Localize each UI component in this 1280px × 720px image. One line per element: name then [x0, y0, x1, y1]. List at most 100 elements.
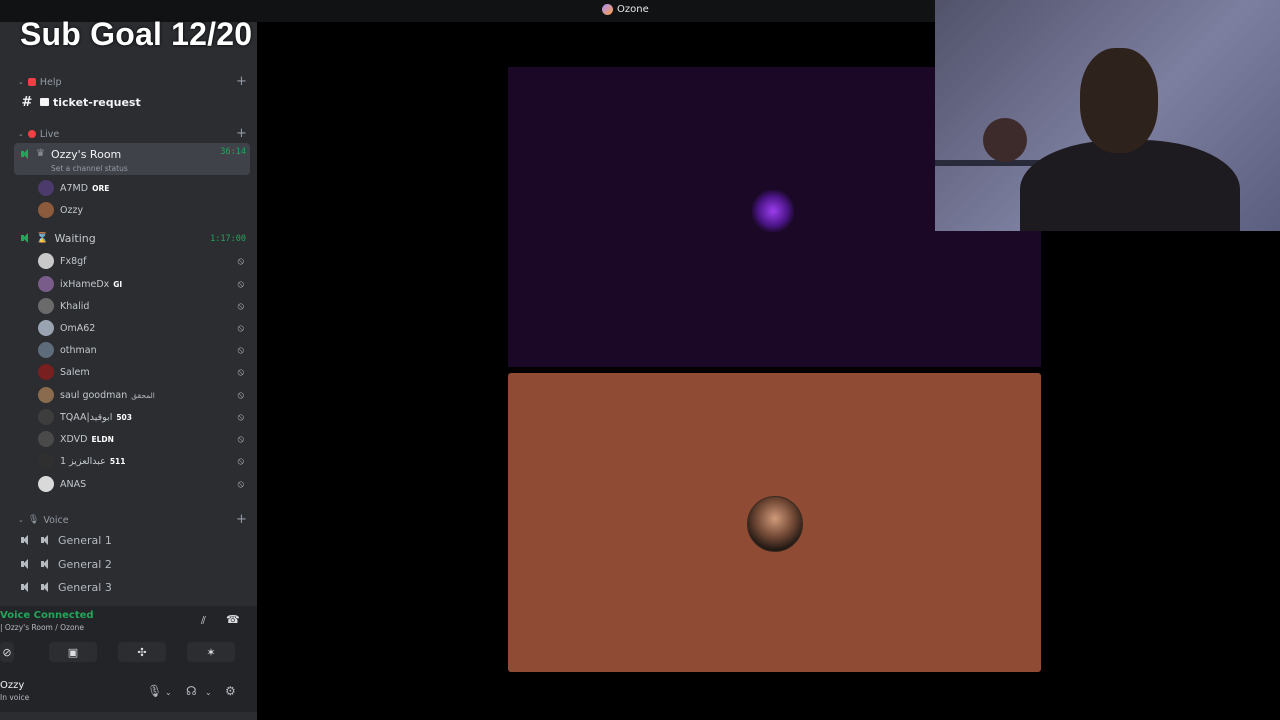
voice-user[interactable]: saul goodman المحقق ⦸	[38, 385, 250, 405]
hourglass-icon: ⌛	[36, 232, 49, 244]
server-avatar-icon	[602, 4, 613, 15]
speaker-icon	[20, 582, 30, 592]
chevron-down-icon: ⌄	[18, 130, 24, 138]
microphone-icon: 🎙	[27, 515, 40, 525]
speaker-icon	[40, 535, 50, 545]
user-tag: ORE	[92, 183, 110, 193]
waiting-timer: 1:17:00	[210, 234, 246, 244]
category-help-label: Help	[39, 76, 62, 88]
server-name: Ozone	[617, 4, 649, 15]
category-help[interactable]: ⌄ Help	[18, 75, 62, 89]
voice-channel-general-1[interactable]: General 1	[14, 529, 250, 551]
participant-avatar	[747, 496, 803, 552]
user-name: A7MD	[60, 182, 89, 194]
voice-channel-ozzys-room[interactable]: ♛ Ozzy's Room Set a channel status 36:14	[14, 143, 250, 175]
current-user-status: In voice	[0, 693, 30, 702]
add-channel-icon[interactable]: +	[236, 74, 247, 89]
envelope-icon	[40, 98, 49, 106]
streamer-avatar-glow	[752, 190, 794, 232]
bookmark-icon	[27, 78, 36, 86]
avatar	[38, 202, 54, 218]
camera-off-button[interactable]: ⊘	[0, 642, 14, 662]
deafened-icon: ⦸	[237, 455, 244, 467]
avatar	[38, 453, 54, 469]
current-user-name[interactable]: Ozzy	[0, 680, 24, 691]
soundboard-button[interactable]: ✶	[187, 642, 235, 662]
red-circle-icon	[27, 130, 36, 138]
voice-location[interactable]: | Ozzy's Room / Ozone	[0, 623, 84, 632]
avatar	[38, 320, 54, 336]
user-name: saul goodman	[60, 389, 128, 401]
speaker-icon	[20, 559, 30, 569]
deafened-icon: ⦸	[237, 255, 244, 267]
user-name: XDVD	[60, 433, 88, 445]
waiting-name: Waiting	[54, 231, 96, 245]
voice-user[interactable]: Fx8gf ⦸	[38, 251, 250, 271]
deafened-icon: ⦸	[237, 344, 244, 356]
category-live[interactable]: ⌄ Live	[18, 127, 59, 141]
avatar	[38, 253, 54, 269]
category-voice[interactable]: ⌄ 🎙 Voice	[18, 513, 69, 527]
voice-channel-general-3[interactable]: General 3	[14, 576, 250, 598]
speaker-icon	[40, 559, 50, 569]
user-tag: المحقق	[131, 390, 155, 400]
voice-user[interactable]: A7MD ORE	[38, 178, 250, 198]
noise-suppression-icon[interactable]: ⫽	[201, 614, 206, 628]
voice-user[interactable]: Ozzy	[38, 200, 250, 220]
crown-icon: ♛	[36, 148, 45, 159]
voice-user[interactable]: Khalid ⦸	[38, 296, 250, 316]
voice-user[interactable]: OmA62 ⦸	[38, 318, 250, 338]
user-name: Fx8gf	[60, 255, 87, 267]
voice-user[interactable]: ixHameDx GI ⦸	[38, 274, 250, 294]
camera-off-icon: ⊘	[2, 645, 12, 659]
avatar	[38, 409, 54, 425]
user-name: OmA62	[60, 322, 96, 334]
deafened-icon: ⦸	[237, 433, 244, 445]
chevron-down-icon: ⌄	[18, 516, 24, 524]
voice-user[interactable]: othman ⦸	[38, 340, 250, 360]
avatar	[38, 387, 54, 403]
voice-user[interactable]: عبدالعزيز 1 511 ⦸	[38, 451, 250, 471]
voice-user[interactable]: Salem ⦸	[38, 362, 250, 382]
hash-icon: #	[21, 94, 33, 110]
user-name: Khalid	[60, 300, 90, 312]
add-channel-icon[interactable]: +	[236, 126, 247, 141]
ozzys-room-name: Ozzy's Room	[50, 148, 122, 161]
deafened-icon: ⦸	[237, 478, 244, 490]
voice-connected-label[interactable]: Voice Connected	[0, 610, 94, 621]
channel-ticket-request[interactable]: # ticket-request	[14, 91, 250, 113]
screen-share-button[interactable]: ▣	[49, 642, 97, 662]
user-tag: GI	[113, 279, 123, 289]
webcam-overlay	[935, 0, 1280, 231]
sub-goal-overlay: Sub Goal 12/20	[20, 16, 253, 52]
user-name: ixHameDx	[60, 278, 110, 290]
user-name: othman	[60, 344, 97, 356]
disconnect-icon[interactable]: ☎	[226, 613, 240, 626]
user-tag: 503	[116, 412, 132, 422]
channel-status[interactable]: Set a channel status	[51, 164, 128, 173]
channel-name: General 3	[58, 580, 112, 594]
user-name: ANAS	[60, 478, 87, 490]
avatar	[38, 298, 54, 314]
gear-icon[interactable]: ⚙	[225, 684, 236, 698]
activities-button[interactable]: ✣	[118, 642, 166, 662]
voice-user[interactable]: TQAA|ابوقيد 503 ⦸	[38, 407, 250, 427]
activities-icon: ✣	[137, 645, 147, 659]
chevron-down-icon[interactable]: ⌄	[165, 688, 172, 697]
deafened-icon: ⦸	[237, 389, 244, 401]
microphone-icon[interactable]: 🎙	[147, 684, 162, 698]
webcam-basketball	[983, 118, 1027, 162]
channel-ticket-request-label: ticket-request	[53, 95, 141, 109]
deafened-icon: ⦸	[237, 322, 244, 334]
screen-share-icon: ▣	[67, 645, 79, 659]
category-live-label: Live	[39, 128, 60, 140]
chevron-down-icon[interactable]: ⌄	[205, 688, 212, 697]
headphones-icon[interactable]: ☊	[186, 684, 197, 698]
soundboard-icon: ✶	[206, 645, 216, 659]
voice-user[interactable]: XDVD ELDN ⦸	[38, 429, 250, 449]
voice-channel-waiting[interactable]: ⌛ Waiting 1:17:00	[14, 227, 250, 249]
voice-user[interactable]: ANAS ⦸	[38, 474, 250, 494]
voice-channel-general-2[interactable]: General 2	[14, 553, 250, 575]
add-channel-icon[interactable]: +	[236, 512, 247, 527]
deafened-icon: ⦸	[237, 366, 244, 378]
